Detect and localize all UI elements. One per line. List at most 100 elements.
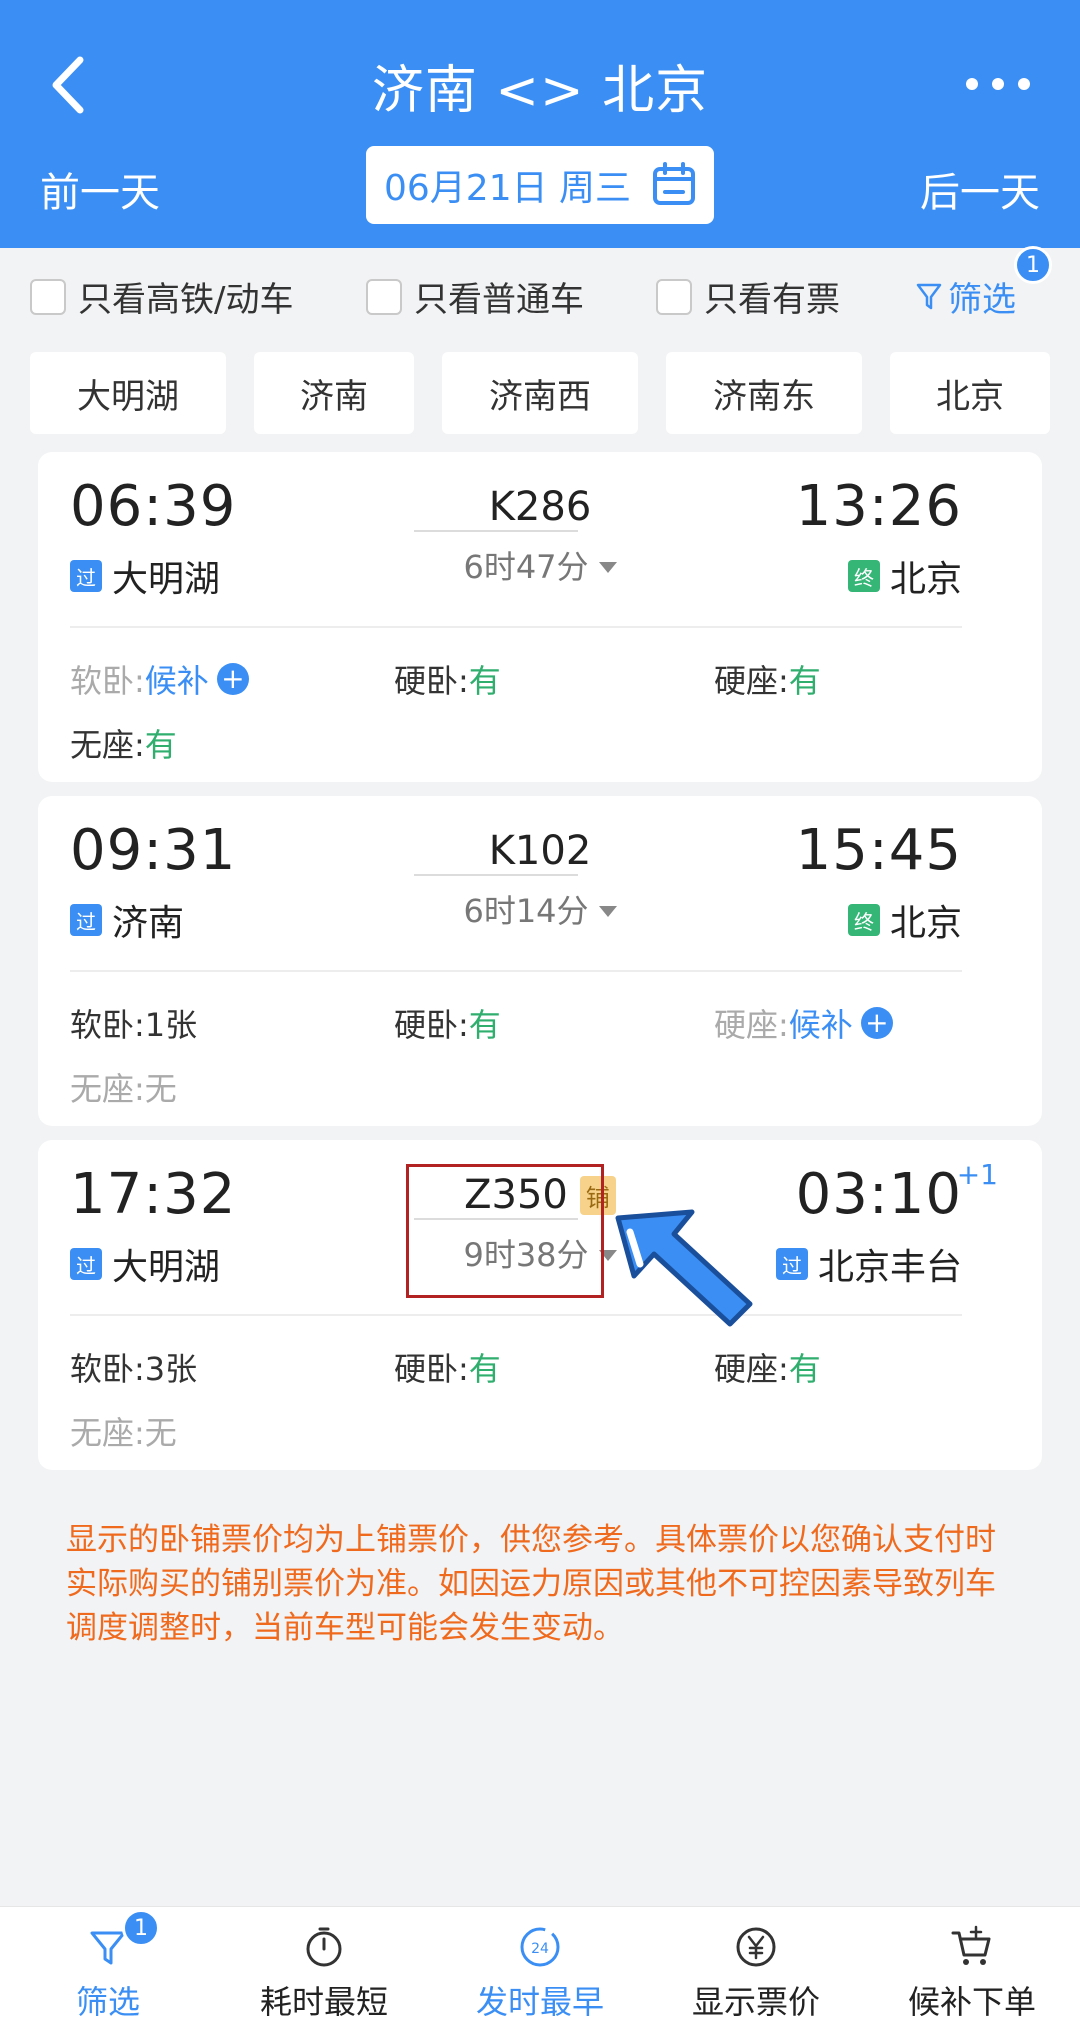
seat-value: 3张 [144, 1350, 198, 1388]
filter-count-badge: 1 [1014, 246, 1052, 284]
tab-label: 筛选 [75, 1983, 140, 2021]
divider [70, 1314, 962, 1316]
bottom-toolbar: 筛选 1 耗时最短 24 发时最早 显示票价 候补下单 [0, 1906, 1080, 2030]
seat-no-seat: 无座: 无 [70, 1408, 177, 1454]
seat-label: 无座: [70, 726, 145, 764]
filter-icon [916, 283, 942, 309]
seat-value: 有 [468, 1350, 501, 1388]
seat-value: 候补 [788, 1006, 853, 1044]
divider [414, 530, 578, 532]
station-tab[interactable]: 济南西 [442, 352, 638, 434]
seat-soft-sleeper: 软卧: 3张 [70, 1344, 197, 1390]
duration: 6时47分 [463, 548, 589, 586]
cart-plus-icon [951, 1925, 991, 1965]
station-name: 北京丰台 [817, 1247, 962, 1288]
departure-station: 过大明湖 [70, 1238, 220, 1290]
seat-label: 软卧: [70, 1350, 145, 1388]
arrival-station: 过北京丰台 [775, 1238, 962, 1290]
show-price-tab[interactable]: 显示票价 [648, 1907, 864, 2030]
arrival-time: 15:45 [795, 818, 962, 883]
filter-button[interactable]: 筛选 [916, 272, 1016, 321]
pass-tag: 过 [70, 560, 102, 592]
station-tab[interactable]: 济南 [254, 352, 414, 434]
seat-label: 硬座: [714, 1350, 789, 1388]
more-icon[interactable] [966, 74, 1030, 94]
checkbox-label: 只看有票 [704, 280, 840, 320]
seat-value: 有 [144, 726, 177, 764]
seat-hard-seat: 硬座: 有 [714, 656, 821, 702]
checkbox-label: 只看普通车 [414, 280, 584, 320]
caret-down-icon [598, 905, 617, 917]
only-high-speed-checkbox[interactable]: 只看高铁/动车 [30, 272, 293, 321]
train-number: K286 [488, 484, 592, 530]
seat-soft-sleeper[interactable]: 软卧: 候补 + [70, 656, 249, 702]
timer-icon [306, 1927, 342, 1967]
next-day-indicator: +1 [956, 1158, 998, 1191]
filter-tab[interactable]: 筛选 1 [0, 1907, 216, 2030]
price-notice: 显示的卧铺票价均为上铺票价，供您参考。具体票价以您确认支付时实际购买的铺别票价为… [66, 1522, 996, 1646]
caret-down-icon [598, 561, 617, 573]
prev-day-button[interactable]: 前一天 [40, 160, 160, 218]
checkbox-box [656, 278, 692, 315]
seat-hard-seat: 硬座: 有 [714, 1344, 821, 1390]
arrival-station: 终北京 [847, 550, 962, 602]
seat-label: 硬卧: [394, 662, 469, 700]
seat-no-seat: 无座: 无 [70, 1064, 177, 1110]
seat-value: 有 [788, 1350, 821, 1388]
seat-value: 无 [144, 1070, 177, 1108]
shortest-duration-tab[interactable]: 耗时最短 [216, 1907, 432, 2030]
seat-value: 有 [468, 662, 501, 700]
seat-value: 有 [468, 1006, 501, 1044]
seat-hard-sleeper: 硬卧: 有 [394, 1344, 501, 1390]
departure-station: 过大明湖 [70, 550, 220, 602]
checkbox-box [366, 278, 402, 315]
station-tab[interactable]: 北京 [890, 352, 1050, 434]
station-tab[interactable]: 济南东 [666, 352, 862, 434]
tab-label: 候补下单 [907, 1983, 1036, 2021]
seat-value: 1张 [144, 1006, 198, 1044]
waitlist-order-tab[interactable]: 候补下单 [864, 1907, 1080, 2030]
train-card[interactable]: 06:39 K286 6时47分 13:26 过大明湖 终北京 软卧: 候补 + … [38, 452, 1042, 782]
yuan-icon [736, 1927, 776, 1967]
seat-hard-sleeper: 硬卧: 有 [394, 1000, 501, 1046]
terminal-tag: 终 [847, 904, 880, 936]
seat-hard-seat[interactable]: 硬座: 候补 + [714, 1000, 893, 1046]
checkbox-box [30, 278, 66, 315]
seat-label: 硬卧: [394, 1006, 469, 1044]
divider [70, 970, 962, 972]
earliest-departure-tab[interactable]: 24 发时最早 [432, 1907, 648, 2030]
tab-label: 显示票价 [691, 1983, 820, 2021]
terminal-tag: 终 [847, 560, 880, 592]
arrival-station: 终北京 [847, 894, 962, 946]
only-normal-checkbox[interactable]: 只看普通车 [366, 272, 584, 321]
station-name: 北京 [889, 559, 962, 600]
departure-station: 过济南 [70, 894, 184, 946]
divider [414, 874, 578, 876]
only-available-checkbox[interactable]: 只看有票 [656, 272, 840, 321]
duration: 6时14分 [463, 892, 589, 930]
pass-tag: 过 [775, 1248, 808, 1280]
station-tab[interactable]: 大明湖 [30, 352, 226, 434]
seat-no-seat: 无座: 有 [70, 720, 177, 766]
train-card[interactable]: 09:31 K102 6时14分 15:45 过济南 终北京 软卧: 1张 硬卧… [38, 796, 1042, 1126]
date-text: 06月21日 周三 [384, 168, 632, 209]
seat-soft-sleeper: 软卧: 1张 [70, 1000, 197, 1046]
tab-label: 耗时最短 [259, 1983, 388, 2021]
pointer-arrow-icon [615, 1209, 753, 1327]
tab-label: 发时最早 [475, 1983, 604, 2021]
date-picker[interactable]: 06月21日 周三 [366, 146, 714, 224]
next-day-button[interactable]: 后一天 [920, 160, 1040, 218]
highlight-box [406, 1164, 604, 1298]
clock-24-icon: 24 [520, 1927, 560, 1967]
seat-label: 无座: [70, 1070, 145, 1108]
add-waitlist-icon[interactable]: + [860, 1007, 893, 1039]
seat-label: 硬卧: [394, 1350, 469, 1388]
seat-value: 候补 [144, 662, 209, 700]
calendar-icon [653, 162, 695, 205]
train-number: K102 [488, 828, 592, 874]
add-waitlist-icon[interactable]: + [216, 663, 249, 695]
seat-value: 有 [788, 662, 821, 700]
pass-tag: 过 [70, 1248, 102, 1280]
page-title: 济南 <> 北京 [371, 61, 709, 121]
station-name: 北京 [889, 903, 962, 944]
